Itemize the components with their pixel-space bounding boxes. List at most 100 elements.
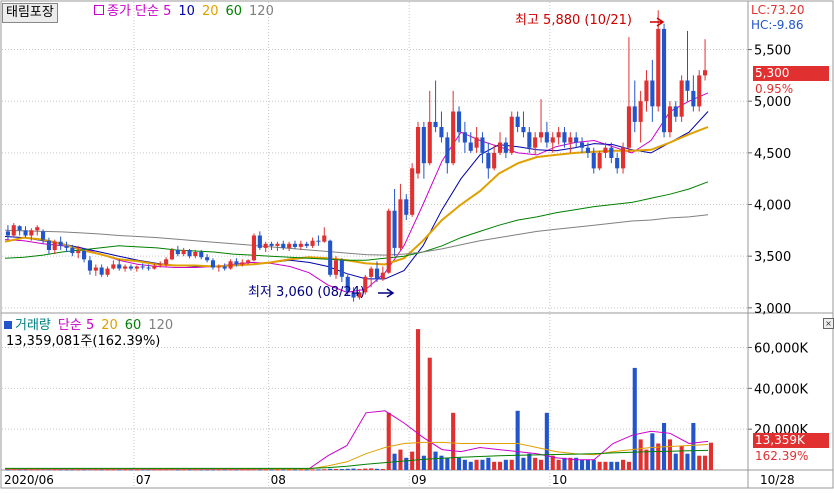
volume-bar: [345, 468, 350, 470]
candle-body: [333, 260, 338, 275]
volume-bar: [363, 468, 368, 470]
candle-body: [662, 28, 667, 133]
change-pct-label: 0.95%: [755, 82, 794, 96]
candle-body: [556, 132, 561, 138]
candle-body: [632, 106, 637, 122]
candle-body: [76, 251, 81, 254]
candle-body: [140, 266, 145, 268]
legend-entry: 60: [225, 4, 243, 19]
candle-body: [474, 137, 479, 148]
date-label: 2020/06: [4, 473, 54, 487]
volume-bar: [357, 469, 362, 470]
candle-body: [298, 243, 303, 247]
candle-body: [375, 268, 380, 279]
date-label: 09: [411, 473, 426, 487]
candle-body: [158, 264, 163, 266]
volume-bar: [603, 461, 608, 470]
candle-body: [169, 250, 174, 260]
candle-body: [193, 252, 198, 257]
candle-body: [23, 230, 28, 236]
candle-body: [527, 132, 532, 148]
price-legend-swatch: [94, 5, 104, 15]
candle-body: [210, 260, 215, 268]
legend-entry: 120: [148, 318, 174, 333]
price-tick-label: 4,000: [754, 199, 791, 214]
candle-body: [673, 106, 678, 117]
candle-body: [328, 240, 333, 275]
candle-body: [380, 272, 385, 279]
candle-body: [17, 226, 22, 231]
candle-body: [562, 132, 567, 143]
volume-bar: [486, 457, 491, 471]
date-label: 08: [271, 473, 286, 487]
price-legend: 종가 단순 5 10 20 60 120: [94, 4, 281, 20]
candle-body: [93, 267, 98, 271]
legend-entry: 20: [201, 4, 219, 19]
candle-body: [416, 127, 421, 174]
candle-body: [615, 158, 620, 169]
volume-bar: [615, 461, 620, 470]
candle-body: [234, 261, 239, 265]
volume-bar: [626, 461, 631, 470]
candle-body: [35, 227, 40, 231]
price-ma120-line: [4, 214, 709, 256]
volume-bar: [333, 469, 338, 470]
volume-bar: [480, 459, 485, 470]
candle-body: [486, 152, 491, 169]
volume-bar: [667, 439, 672, 470]
volume-bar: [621, 459, 626, 470]
candle-body: [503, 142, 508, 153]
volume-bar: [304, 469, 309, 471]
candle-body: [480, 137, 485, 153]
volume-bar: [492, 461, 497, 470]
candle-body: [128, 266, 133, 269]
volume-bar: [673, 453, 678, 470]
candle-body: [550, 137, 555, 143]
volume-bar: [375, 468, 380, 470]
legend-entry: 60: [124, 318, 142, 333]
candle-body: [222, 266, 227, 269]
volume-bar: [544, 412, 549, 470]
volume-bar: [351, 468, 356, 470]
candle-body: [609, 147, 614, 158]
volume-bar: [269, 469, 274, 471]
stock-name-button[interactable]: 태림포장: [2, 3, 58, 23]
candle-body: [52, 241, 57, 250]
annotation-arrows: [378, 17, 665, 298]
volume-bar: [580, 459, 585, 470]
volume-bar: [474, 459, 479, 470]
candle-body: [644, 80, 649, 102]
volume-bar: [281, 469, 286, 471]
candle-body: [304, 243, 309, 246]
date-label: 10/28: [760, 473, 795, 487]
volume-bar: [462, 459, 467, 470]
volume-bar: [310, 469, 315, 471]
candle-body: [263, 243, 268, 248]
high-annotation: 최고 5,880 (10/21): [515, 13, 633, 28]
candle-body: [46, 240, 51, 250]
candle-body: [685, 80, 690, 91]
volume-bar: [539, 459, 544, 470]
candle-body: [123, 266, 128, 269]
low-arrow: [378, 288, 395, 298]
volume-bar: [398, 449, 403, 470]
volume-bar: [679, 445, 684, 470]
volume-panel-close-icon[interactable]: ×: [823, 318, 834, 329]
candle-body: [275, 243, 280, 246]
stock-chart-window: 5,500 5,000 4,500 4,000 3,500 3,000 60,000K 40,…: [0, 0, 834, 489]
volume-bar: [457, 457, 462, 471]
candle-body: [433, 121, 438, 128]
candle-body: [439, 127, 444, 138]
candle-body: [603, 147, 608, 153]
candle-body: [445, 137, 450, 164]
volume-bar: [404, 457, 409, 471]
candle-body: [11, 225, 16, 236]
price-tick-label: 3,500: [754, 250, 791, 265]
candle-body: [228, 261, 233, 269]
volume-bar: [527, 453, 532, 470]
high-arrow: [650, 17, 665, 27]
candle-body: [462, 132, 467, 143]
volume-tick-label: 60,000K: [754, 342, 808, 357]
volume-bar: [521, 457, 526, 471]
volume-bar: [287, 469, 292, 471]
